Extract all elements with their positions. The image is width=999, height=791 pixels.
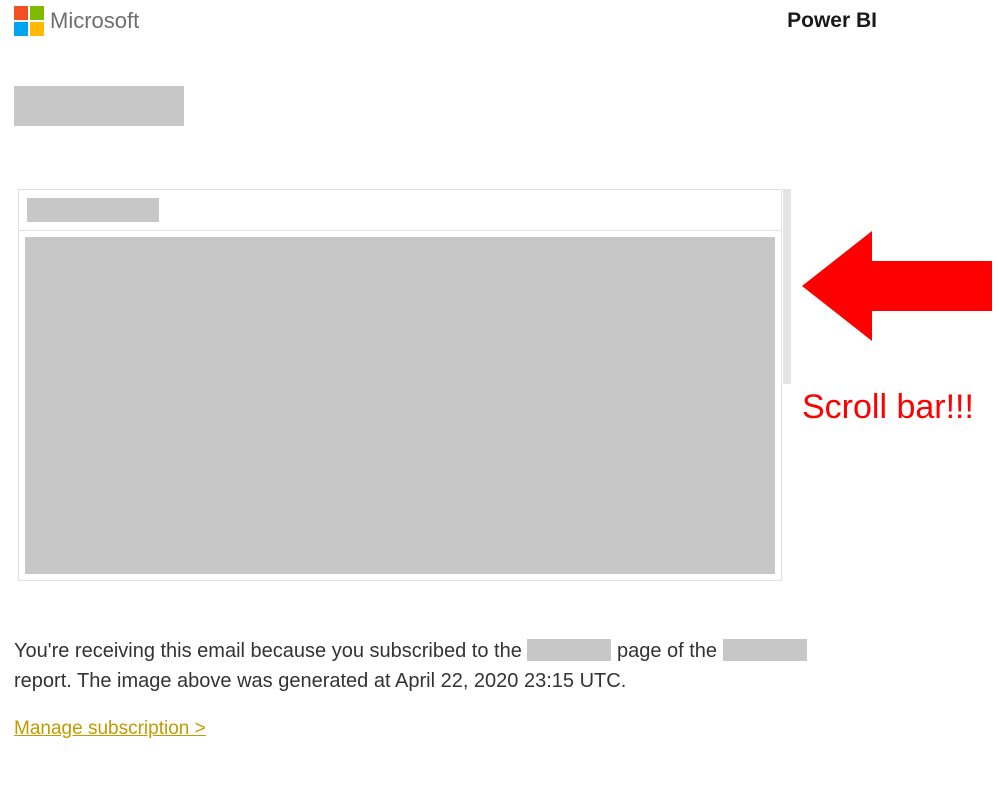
footer-suffix: . (621, 670, 627, 692)
email-header: Microsoft Power BI (14, 6, 985, 36)
product-title: Power BI (787, 9, 877, 33)
redacted-recipient-block (14, 86, 184, 126)
manage-subscription-link[interactable]: Manage subscription > (14, 718, 206, 740)
microsoft-wordmark: Microsoft (50, 8, 139, 34)
redacted-page-name (527, 639, 611, 661)
redacted-report-name (723, 639, 807, 661)
footer-prefix: You're receiving this email because you … (14, 640, 527, 662)
annotation-arrow-icon (802, 226, 992, 346)
report-snapshot-frame (18, 189, 782, 581)
microsoft-logo-icon (14, 6, 44, 36)
report-snapshot-header (19, 190, 781, 231)
footer-mid2: report. The image above was generated at (14, 670, 395, 692)
redacted-report-body (25, 237, 775, 574)
annotation-label: Scroll bar!!! (802, 388, 974, 427)
redacted-report-title (27, 198, 159, 222)
scrollbar[interactable] (783, 189, 791, 384)
footer-mid1: page of the (611, 640, 722, 662)
footer-timestamp: April 22, 2020 23:15 UTC (395, 670, 621, 692)
microsoft-brand: Microsoft (14, 6, 139, 36)
subscription-footer-text: You're receiving this email because you … (14, 636, 859, 696)
